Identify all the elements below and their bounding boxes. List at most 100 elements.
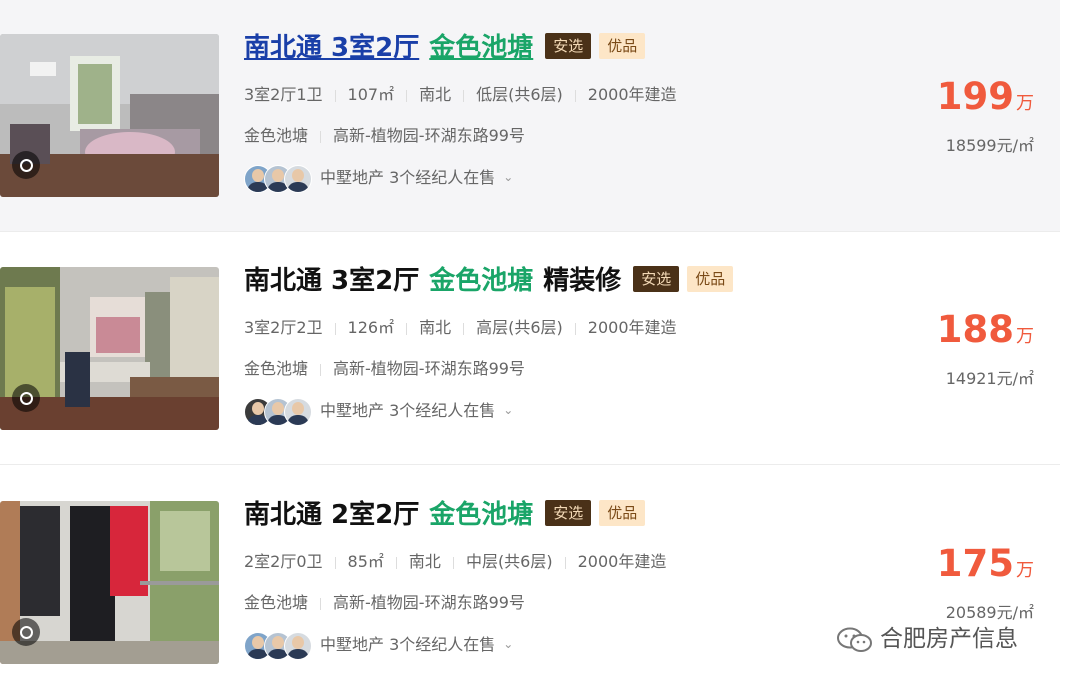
agent-row[interactable]: 中墅地产 3个经纪人在售 ⌄: [244, 163, 513, 193]
title-extra[interactable]: 精装修: [543, 266, 621, 296]
orientation: 南北: [419, 85, 452, 104]
listing-card[interactable]: 南北通 3室2厅 金色池塘 精装修 安选 优品 3室2厅2卫 126㎡ 南北 高层(共6层) 2…: [0, 233, 1060, 465]
location-link[interactable]: 高新-植物园-环湖东路99号: [333, 359, 525, 378]
chevron-down-icon[interactable]: ⌄: [503, 630, 513, 658]
divider: [320, 363, 322, 376]
price-unit: 万: [1016, 560, 1034, 581]
title-main[interactable]: 南北通 3室2厅: [244, 33, 419, 63]
layout: 3室2厅2卫: [244, 318, 323, 337]
divider: [463, 89, 465, 102]
total-price: 199 万: [937, 75, 1034, 119]
divider: [334, 556, 336, 569]
agency-name: 中墅地产: [320, 635, 385, 654]
floor: 中层(共6层): [465, 552, 553, 571]
price-value: 188: [936, 308, 1014, 351]
community-link[interactable]: 金色池塘: [244, 593, 308, 612]
tag-anxuan: 安选: [633, 265, 680, 292]
total-price: 175 万: [937, 542, 1034, 586]
unit-price: 14921元/㎡: [945, 369, 1034, 388]
divider: [574, 89, 576, 102]
location-link[interactable]: 高新-植物园-环湖东路99号: [333, 126, 525, 145]
listing-title[interactable]: 南北通 2室2厅 金色池塘 安选 优品: [244, 497, 646, 533]
chevron-down-icon[interactable]: ⌄: [503, 396, 513, 424]
house-info: 3室2厅2卫 126㎡ 南北 高层(共6层) 2000年建造: [244, 317, 677, 339]
house-address: 金色池塘 高新-植物园-环湖东路99号: [244, 592, 525, 614]
chevron-down-icon[interactable]: ⌄: [503, 163, 513, 191]
area: 85㎡: [347, 552, 384, 571]
divider: [395, 556, 397, 569]
tag-youpin: 优品: [599, 499, 646, 526]
avatar: [284, 631, 312, 660]
divider: [334, 89, 336, 102]
wechat-icon: [836, 627, 874, 653]
listing-photo[interactable]: [0, 501, 219, 664]
title-community[interactable]: 金色池塘: [429, 500, 533, 530]
tag-anxuan: 安选: [545, 32, 592, 59]
agent-row[interactable]: 中墅地产 3个经纪人在售 ⌄: [244, 396, 513, 426]
watermark-text: 合肥房产信息: [880, 626, 1018, 652]
agency-name: 中墅地产: [320, 168, 385, 187]
area: 126㎡: [347, 318, 395, 337]
title-main[interactable]: 南北通 2室2厅: [244, 500, 419, 530]
total-price: 188 万: [937, 308, 1034, 352]
divider: [564, 556, 566, 569]
divider: [452, 556, 454, 569]
agent-avatars[interactable]: [244, 631, 314, 660]
camera-icon: [12, 618, 40, 646]
title-community[interactable]: 金色池塘: [429, 266, 533, 296]
community-link[interactable]: 金色池塘: [244, 126, 308, 145]
layout: 3室2厅1卫: [244, 85, 323, 104]
avatar: [284, 164, 312, 193]
orientation: 南北: [408, 552, 441, 571]
built-year: 2000年建造: [587, 318, 677, 337]
divider: [574, 322, 576, 335]
agent-avatars[interactable]: [244, 397, 314, 426]
listing-list: 南北通 3室2厅 金色池塘 安选 优品 3室2厅1卫 107㎡ 南北 低层(共6层) 2000…: [0, 0, 1060, 686]
agents-count[interactable]: 3个经纪人在售: [389, 401, 495, 420]
avatar: [284, 397, 312, 426]
price-unit: 万: [1016, 93, 1034, 114]
wechat-watermark: 合肥房产信息: [836, 622, 1018, 656]
community-link[interactable]: 金色池塘: [244, 359, 308, 378]
listing-photo[interactable]: [0, 267, 219, 430]
divider: [406, 89, 408, 102]
unit-price: 20589元/㎡: [945, 603, 1034, 622]
listing-title[interactable]: 南北通 3室2厅 金色池塘 安选 优品: [244, 30, 646, 66]
camera-icon: [12, 151, 40, 179]
listing-card[interactable]: 南北通 2室2厅 金色池塘 安选 优品 2室2厅0卫 85㎡ 南北 中层(共6层) 2000年…: [0, 467, 1060, 699]
area: 107㎡: [347, 85, 395, 104]
agents-count[interactable]: 3个经纪人在售: [389, 635, 495, 654]
divider: [320, 597, 322, 610]
layout: 2室2厅0卫: [244, 552, 323, 571]
listing-title[interactable]: 南北通 3室2厅 金色池塘 精装修 安选 优品: [244, 263, 734, 299]
orientation: 南北: [419, 318, 452, 337]
agency-name: 中墅地产: [320, 401, 385, 420]
listing-card[interactable]: 南北通 3室2厅 金色池塘 安选 优品 3室2厅1卫 107㎡ 南北 低层(共6层) 2000…: [0, 0, 1060, 232]
agent-row[interactable]: 中墅地产 3个经纪人在售 ⌄: [244, 630, 513, 660]
price-unit: 万: [1016, 326, 1034, 347]
tag-youpin: 优品: [599, 32, 646, 59]
house-info: 2室2厅0卫 85㎡ 南北 中层(共6层) 2000年建造: [244, 551, 666, 573]
divider: [334, 322, 336, 335]
floor: 低层(共6层): [476, 85, 563, 104]
divider: [463, 322, 465, 335]
title-community[interactable]: 金色池塘: [429, 33, 533, 63]
agent-avatars[interactable]: [244, 164, 314, 193]
house-info: 3室2厅1卫 107㎡ 南北 低层(共6层) 2000年建造: [244, 84, 677, 106]
built-year: 2000年建造: [577, 552, 667, 571]
house-address: 金色池塘 高新-植物园-环湖东路99号: [244, 358, 525, 380]
unit-price: 18599元/㎡: [945, 136, 1034, 155]
title-main[interactable]: 南北通 3室2厅: [244, 266, 419, 296]
divider: [406, 322, 408, 335]
location-link[interactable]: 高新-植物园-环湖东路99号: [333, 593, 525, 612]
tag-youpin: 优品: [687, 265, 734, 292]
listing-photo[interactable]: [0, 34, 219, 197]
floor: 高层(共6层): [476, 318, 563, 337]
tag-anxuan: 安选: [545, 499, 592, 526]
agents-count[interactable]: 3个经纪人在售: [389, 168, 495, 187]
camera-icon: [12, 384, 40, 412]
price-value: 199: [936, 75, 1014, 118]
built-year: 2000年建造: [587, 85, 677, 104]
divider: [320, 130, 322, 143]
house-address: 金色池塘 高新-植物园-环湖东路99号: [244, 125, 525, 147]
